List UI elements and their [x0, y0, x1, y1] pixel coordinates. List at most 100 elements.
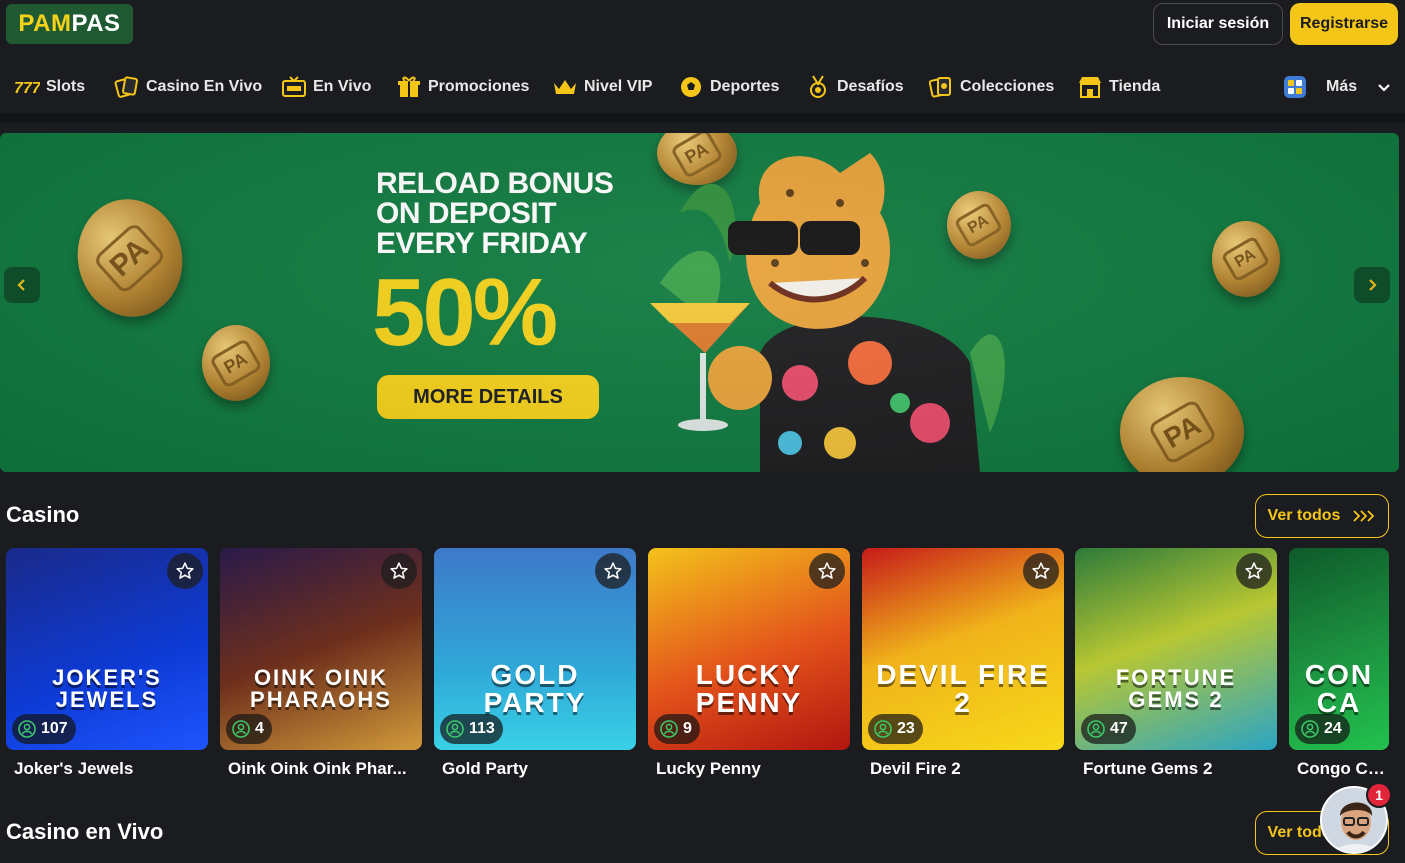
login-button[interactable]: Iniciar sesión — [1153, 3, 1283, 45]
collection-cards-icon — [928, 75, 954, 99]
coin-decoration: PA — [1120, 377, 1244, 472]
chat-notification-badge: 1 — [1366, 782, 1392, 808]
game-title[interactable]: Oink Oink Oink Phar... — [220, 759, 422, 779]
star-icon — [176, 562, 194, 579]
favorite-button[interactable] — [809, 553, 845, 589]
user-icon — [1301, 720, 1319, 738]
nav-item-deportes[interactable]: Deportes — [678, 72, 779, 102]
game-art-title: GOLD PARTY — [483, 659, 587, 718]
game-art-title: OINK OINK PHARAOHS — [250, 665, 392, 712]
game-title[interactable]: Congo Casl — [1289, 759, 1389, 779]
shop-icon — [1077, 75, 1103, 99]
user-icon — [874, 720, 892, 738]
game-card[interactable]: LUCKY PENNY 9 — [648, 548, 850, 750]
player-count-badge: 23 — [868, 714, 923, 744]
game-title[interactable]: Joker's Jewels — [6, 759, 208, 779]
nav-more-dropdown[interactable]: Más — [1282, 72, 1397, 102]
banner-percent: 50% — [372, 259, 558, 366]
favorite-button[interactable] — [381, 553, 417, 589]
nav-item-casino-en-vivo[interactable]: Casino En Vivo — [114, 72, 262, 102]
casino-section-title: Casino — [6, 502, 80, 527]
nav-item-en-vivo[interactable]: En Vivo — [281, 72, 371, 102]
nav-item-nivel-vip[interactable]: Nivel VIP — [552, 72, 652, 102]
coin-decoration: PA — [657, 133, 737, 185]
game-art-title: FORTUNE GEMS 2 — [1115, 665, 1237, 712]
favorite-button[interactable] — [595, 553, 631, 589]
player-count: 107 — [41, 720, 68, 737]
coin-decoration: PA — [947, 191, 1011, 259]
game-art-title: JOKER'S JEWELS — [52, 665, 162, 712]
player-count: 47 — [1110, 720, 1128, 737]
coin-decoration: PA — [1212, 221, 1280, 297]
jaguar-mascot-illustration — [650, 153, 1005, 472]
favorite-button[interactable] — [1023, 553, 1059, 589]
game-title[interactable]: Fortune Gems 2 — [1075, 759, 1277, 779]
game-card[interactable]: OINK OINK PHARAOHS 4 — [220, 548, 422, 750]
banner-prev-button[interactable] — [4, 267, 40, 303]
tv-icon — [281, 75, 307, 99]
game-card[interactable]: FORTUNE GEMS 2 47 — [1075, 548, 1277, 750]
player-count-badge: 107 — [12, 714, 76, 744]
nav-label-desafios: Desafíos — [837, 78, 904, 95]
main-nav: 777 Slots Casino En Vivo En Vivo Promoci… — [0, 62, 1405, 112]
game-title[interactable]: Lucky Penny — [648, 759, 850, 779]
promo-banner[interactable]: PA PA PA PA PA PA RELOAD BONUS ON DEPOSI… — [0, 133, 1399, 472]
banner-next-button[interactable] — [1354, 267, 1390, 303]
player-count-badge: 9 — [654, 714, 700, 744]
game-title[interactable]: Devil Fire 2 — [862, 759, 1064, 779]
game-card[interactable]: JOKER'S JEWELS 107 — [6, 548, 208, 750]
logo-text-part2: PAS — [71, 10, 121, 37]
casino-view-all-button[interactable]: Ver todos — [1255, 494, 1389, 538]
star-icon — [1032, 562, 1050, 579]
pampas-logo[interactable]: PAM PAS — [6, 4, 133, 44]
nav-item-colecciones[interactable]: Colecciones — [928, 72, 1054, 102]
live-casino-section-title: Casino en Vivo — [6, 819, 164, 844]
double-chevron-right-icon — [1353, 510, 1375, 522]
game-art-title: CON CA — [1304, 659, 1374, 718]
star-icon — [1245, 562, 1263, 579]
favorite-button[interactable] — [1236, 553, 1272, 589]
game-art-title: DEVIL FIRE 2 — [876, 659, 1050, 718]
banner-line-1: RELOAD BONUS — [376, 167, 614, 200]
player-count: 23 — [897, 720, 915, 737]
crown-icon — [552, 75, 578, 99]
nav-item-promociones[interactable]: Promociones — [396, 72, 529, 102]
banner-headline: RELOAD BONUS ON DEPOSIT EVERY FRIDAY — [376, 169, 656, 259]
player-count: 24 — [1324, 720, 1342, 737]
chevron-left-icon — [17, 279, 25, 291]
user-icon — [446, 720, 464, 738]
svg-text:777: 777 — [14, 80, 40, 96]
nav-label-casino-en-vivo: Casino En Vivo — [146, 78, 263, 95]
game-art-title: LUCKY PENNY — [695, 659, 803, 718]
player-count: 113 — [469, 720, 495, 737]
banner-line-3: EVERY FRIDAY — [376, 227, 588, 260]
nav-label-promociones: Promociones — [428, 78, 530, 95]
player-count: 4 — [255, 720, 264, 737]
player-count: 9 — [683, 720, 692, 737]
game-title[interactable]: Gold Party — [434, 759, 636, 779]
more-details-button[interactable]: MORE DETAILS — [377, 375, 599, 419]
game-card[interactable]: GOLD PARTY 113 — [434, 548, 636, 750]
game-card[interactable]: DEVIL FIRE 2 23 — [862, 548, 1064, 750]
chevron-right-icon — [1369, 279, 1377, 291]
game-card[interactable]: CON CA 24 — [1289, 548, 1389, 750]
nav-label-colecciones: Colecciones — [960, 78, 1055, 95]
banner-line-2: ON DEPOSIT — [376, 197, 557, 230]
player-count-badge: 47 — [1081, 714, 1136, 744]
star-icon — [818, 562, 836, 579]
soccer-ball-icon — [678, 75, 704, 99]
player-count-badge: 24 — [1295, 714, 1350, 744]
nav-label-slots: Slots — [46, 78, 86, 95]
nav-item-tienda[interactable]: Tienda — [1077, 72, 1160, 102]
view-all-label: Ver todos — [1267, 507, 1341, 524]
nav-item-desafios[interactable]: Desafíos — [805, 72, 904, 102]
nav-more-label: Más — [1326, 78, 1358, 95]
star-icon — [604, 562, 622, 579]
medal-icon — [805, 75, 831, 99]
register-button[interactable]: Registrarse — [1290, 3, 1398, 45]
slots-777-icon: 777 — [14, 75, 40, 99]
nav-item-slots[interactable]: 777 Slots — [14, 72, 85, 102]
user-icon — [660, 720, 678, 738]
favorite-button[interactable] — [167, 553, 203, 589]
nav-label-tienda: Tienda — [1109, 78, 1161, 95]
